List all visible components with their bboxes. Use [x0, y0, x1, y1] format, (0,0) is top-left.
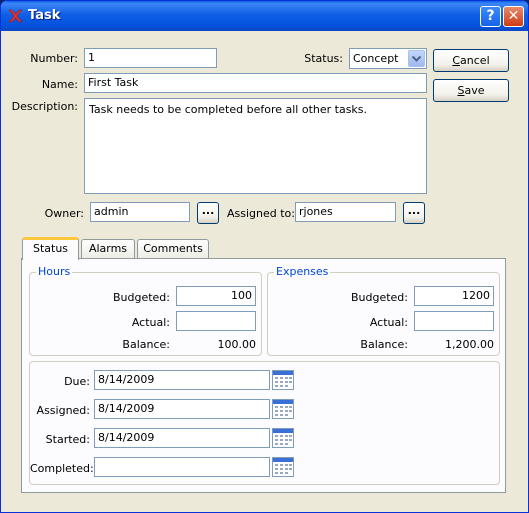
tab-comments[interactable]: Comments [137, 239, 209, 259]
assigned-to-field[interactable]: rjones [295, 202, 396, 222]
completed-calendar-icon[interactable] [272, 457, 294, 477]
due-calendar-icon[interactable] [272, 370, 294, 390]
due-label: Due: [64, 375, 90, 388]
expenses-budgeted-field[interactable]: 1200 [414, 286, 494, 306]
due-date-field[interactable]: 8/14/2009 [94, 370, 270, 390]
hours-actual-label: Actual: [131, 316, 170, 329]
assigned-to-browse-button[interactable]: ... [403, 202, 425, 224]
description-label: Description: [11, 100, 78, 113]
hours-budgeted-field[interactable]: 100 [176, 286, 256, 306]
hours-group: Hours Budgeted: 100 Actual: Balance: 100… [29, 265, 262, 356]
name-field[interactable]: First Task [84, 73, 427, 93]
number-field[interactable]: 1 [84, 48, 217, 68]
expenses-group: Expenses Budgeted: 1200 Actual: Balance:… [267, 265, 500, 356]
expenses-balance-value: 1,200.00 [445, 338, 494, 351]
hours-balance-value: 100.00 [217, 338, 257, 351]
save-label-rest: ave [464, 84, 485, 97]
dates-group: Due: 8/14/2009 Assigned: 8/14/2009 Start… [29, 361, 500, 485]
chevron-down-icon[interactable] [408, 50, 425, 67]
expenses-actual-label: Actual: [369, 316, 408, 329]
tab-alarms[interactable]: Alarms [81, 239, 135, 259]
expenses-balance-label: Balance: [360, 338, 408, 351]
status-tab-panel: Hours Budgeted: 100 Actual: Balance: 100… [21, 258, 506, 493]
task-dialog: Task ? ✕ Number: 1 Status: Concept Cance… [0, 0, 529, 513]
hours-actual-field[interactable] [176, 311, 256, 331]
expenses-group-title: Expenses [274, 265, 331, 278]
completed-label: Completed: [30, 462, 94, 475]
save-button[interactable]: Save [433, 79, 509, 102]
expenses-actual-field[interactable] [414, 311, 494, 331]
window-title: Task [28, 8, 61, 23]
started-date-field[interactable]: 8/14/2009 [94, 428, 270, 448]
hours-group-title: Hours [36, 265, 73, 278]
assigned-label: Assigned: [36, 404, 90, 417]
cancel-button[interactable]: Cancel [433, 49, 509, 72]
owner-browse-button[interactable]: ... [197, 202, 219, 224]
cancel-label-rest: ancel [460, 54, 490, 67]
expenses-budgeted-label: Budgeted: [350, 291, 408, 304]
number-label: Number: [30, 52, 78, 65]
status-label: Status: [304, 52, 343, 65]
status-value: Concept [353, 52, 399, 65]
description-textarea[interactable]: Task needs to be completed before all ot… [84, 98, 427, 194]
assigned-to-label: Assigned to: [227, 207, 295, 220]
app-x-icon [8, 9, 23, 23]
cancel-mnemonic: C [452, 54, 461, 67]
owner-label: Owner: [44, 207, 84, 220]
title-bar[interactable]: Task ? ✕ [1, 1, 528, 31]
started-calendar-icon[interactable] [272, 428, 294, 448]
close-button[interactable]: ✕ [503, 6, 524, 27]
hours-budgeted-label: Budgeted: [112, 291, 170, 304]
tab-status[interactable]: Status [22, 237, 79, 260]
owner-field[interactable]: admin [90, 202, 190, 222]
hours-balance-label: Balance: [122, 338, 170, 351]
name-label: Name: [41, 78, 78, 91]
help-button[interactable]: ? [480, 6, 501, 27]
completed-date-field[interactable] [94, 457, 270, 477]
started-label: Started: [45, 433, 90, 446]
assigned-date-field[interactable]: 8/14/2009 [94, 399, 270, 419]
status-select[interactable]: Concept [349, 48, 427, 69]
assigned-calendar-icon[interactable] [272, 399, 294, 419]
